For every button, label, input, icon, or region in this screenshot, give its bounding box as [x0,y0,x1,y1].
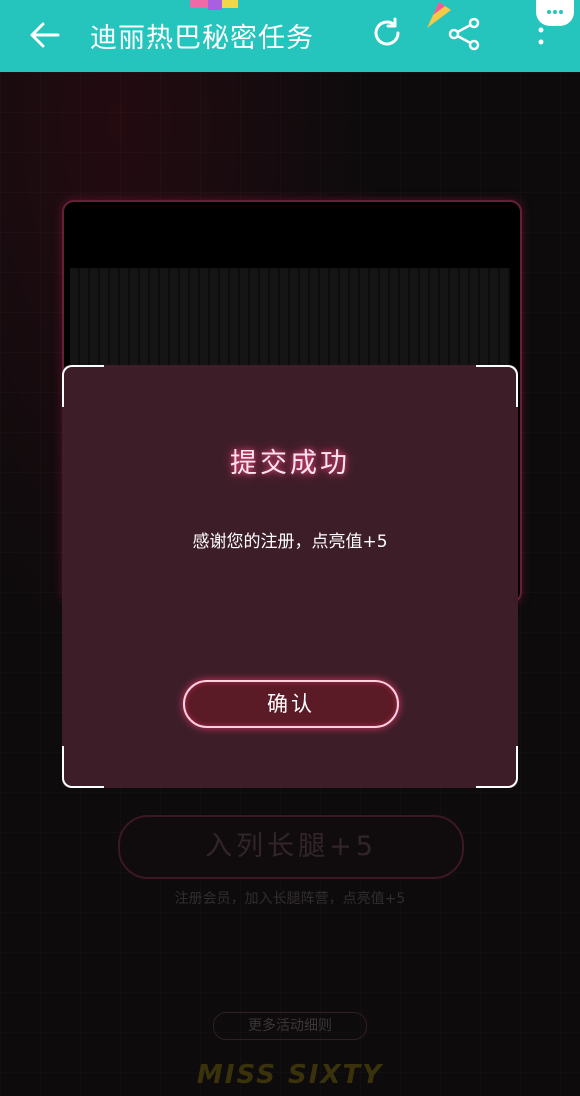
frame-corner [476,365,518,407]
frame-corner [62,746,104,788]
success-dialog: 提交成功 感谢您的注册，点亮值+5 确认 [62,365,518,788]
back-arrow-icon[interactable] [28,18,62,52]
confirm-button[interactable]: 确认 [183,680,399,728]
refresh-icon[interactable] [368,14,406,52]
decoration-icon [190,0,238,10]
frame-corner [62,365,104,407]
more-vertical-icon[interactable] [530,0,560,50]
page-title: 迪丽热巴秘密任务 [90,23,314,54]
dialog-title: 提交成功 [230,448,350,479]
app-header: 迪丽热巴秘密任务 [0,0,580,72]
frame-corner [476,746,518,788]
share-icon[interactable] [446,16,482,52]
dialog-message: 感谢您的注册，点亮值+5 [192,532,388,552]
